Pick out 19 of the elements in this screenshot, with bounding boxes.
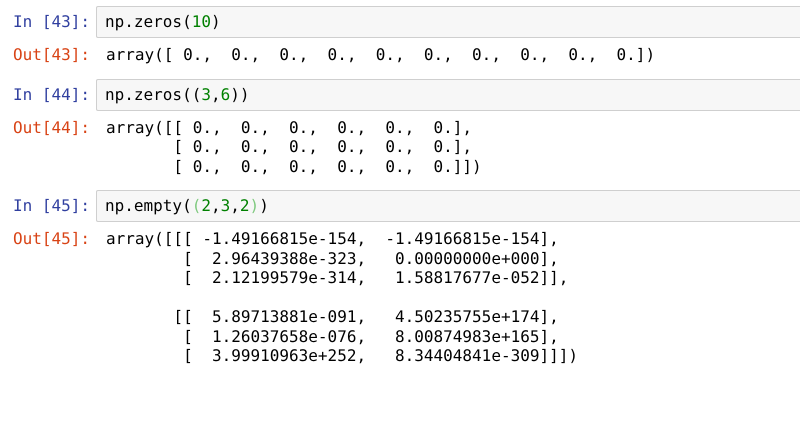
output-line: array([ 0., 0., 0., 0., 0., 0., 0., 0., 0., 0.])	[106, 45, 656, 64]
output-prompt: Out[44]:	[12, 118, 91, 137]
output-line: [ 0., 0., 0., 0., 0., 0.]])	[172, 156, 482, 176]
output-prompt: Out[43]:	[12, 45, 91, 64]
output-line: [ 3.99910963e+252, 8.34404841e-309]]])	[182, 346, 578, 366]
output-line: array([[ 0., 0., 0., 0., 0., 0.],	[106, 118, 474, 137]
output-line: [ 1.26037658e-076, 8.00874983e+165],	[182, 326, 560, 346]
output-line: [ 2.12199579e-314, 1.58817677e-052]],	[182, 268, 570, 288]
input-prompt: In [44]:	[12, 84, 91, 104]
code-input[interactable]: np.zeros(10)	[96, 6, 800, 38]
input-prompt: In [43]:	[12, 11, 91, 32]
output-line: array([[[ -1.49166815e-154, -1.49166815e-154],	[106, 229, 560, 248]
output-line: [ 0., 0., 0., 0., 0., 0.],	[172, 137, 474, 156]
output-line: [ 2.96439388e-323, 0.00000000e+000],	[182, 248, 560, 268]
code-input[interactable]: np.empty((2,3,2))	[96, 190, 800, 222]
output-line: [[ 5.89713881e-091, 4.50235755e+174],	[172, 307, 560, 326]
input-prompt: In [45]:	[12, 195, 91, 216]
code-input[interactable]: np.zeros((3,6))	[96, 78, 800, 110]
output-prompt: Out[45]:	[12, 229, 91, 248]
